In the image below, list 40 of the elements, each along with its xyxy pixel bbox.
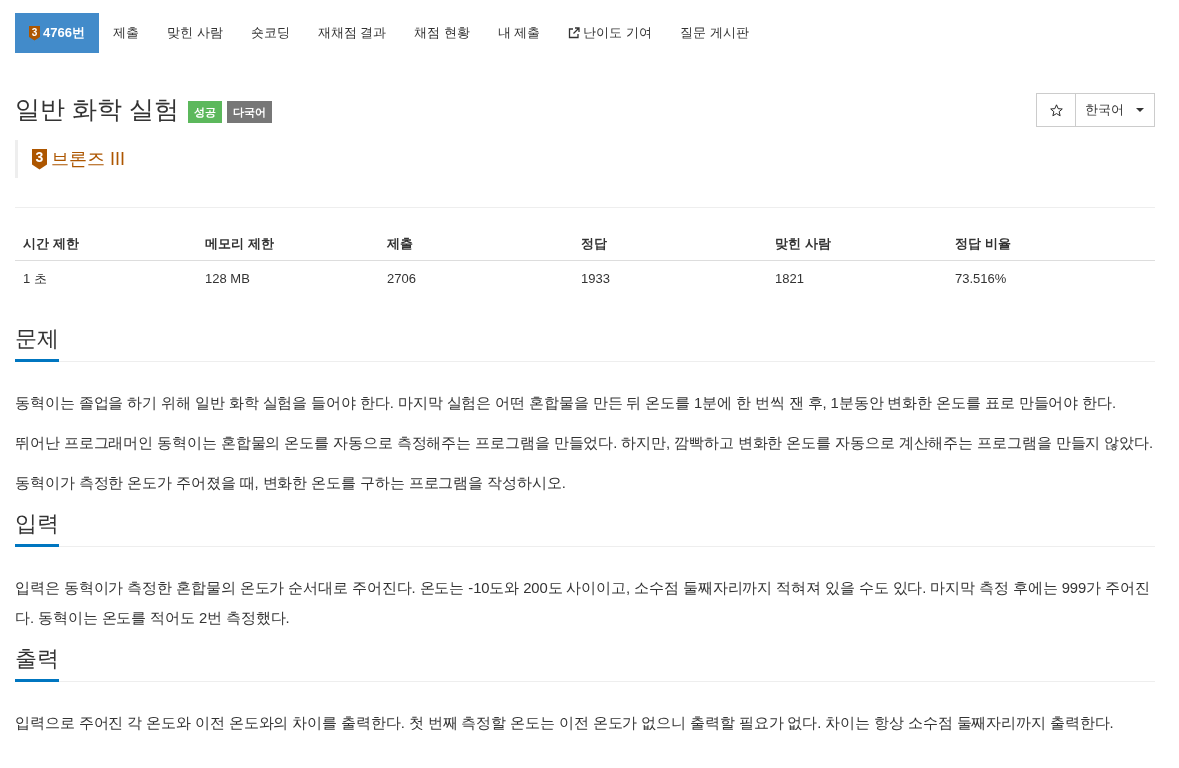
table-cell-text: 2706 [386,270,417,288]
tier-badge: 3 [32,148,47,170]
caret-icon [1136,108,1144,112]
nav-tab[interactable]: 숏코딩 [236,13,304,53]
favorite-button[interactable] [1036,93,1076,127]
status-tag: 성공 [187,101,222,123]
paragraph: 입력으로 주어진 각 온도와 이전 온도와의 차이를 출력한다. 첫 번째 측정할 온도는 이전 온도가 없으니 출력할 필요가 없다. 차이는 항상 소수점 둘째자리까지 출력한다. [15,714,1115,733]
problem-title: 일반 화학 실험 [15,94,179,125]
section-heading: 입력 [15,509,59,547]
table-header: 메모리 제한 [197,228,379,261]
table-cell-text: 1821 [774,270,805,288]
nav-tab[interactable]: 맞힌 사람 [152,13,237,53]
nav-tab[interactable]: 난이도 기여 [554,13,667,53]
table-header: 시간 제한 [15,228,197,261]
table-cell-text: 128 MB [204,270,251,288]
nav-tab[interactable]: 재채점 결과 [303,13,401,53]
table-header: 정답 비율 [947,228,1155,261]
language-dropdown[interactable]: 한국어 [1076,93,1155,127]
nav-tab[interactable]: 제출 [98,13,153,53]
tier-link[interactable]: 3 브론즈 III [32,147,125,171]
table-cell-text: 1 초 [22,270,48,288]
paragraph: 동혁이는 졸업을 하기 위해 일반 화학 실험을 들어야 한다. 마지막 실험은 어떤 혼합물을 만든 뒤 온도를 1분에 한 번씩 잰 후, 1분동안 변화한 온도를 표로 만들어야 한다. [15,394,1118,413]
table-header: 맞힌 사람 [767,228,947,261]
status-tag: 다국어 [226,101,272,123]
table-cell-text: 73.516% [954,270,1008,288]
section-heading: 문제 [15,324,59,362]
paragraph: 동혁이가 측정한 온도가 주어졌을 때, 변화한 온도를 구하는 프로그램을 작성하시오. [15,474,567,493]
nav-tab[interactable]: 내 제출 [483,13,555,53]
nav-tab[interactable]: 채점 현황 [400,13,484,53]
external-link-icon [568,27,581,39]
tier-badge: 3 [29,25,40,41]
table-cell-text: 1933 [580,270,611,288]
nav-tab[interactable]: 질문 게시판 [666,13,763,53]
table-header: 정답 [573,228,767,261]
paragraph: 입력은 동혁이가 측정한 혼합물의 온도가 순서대로 주어진다. 온도는 -10도와 200도 사이이고, 소수점 둘째자리까지 적혀져 있을 수도 있다. 마지막 측정 후에는 999가 주어진다. 동혁이는 온도를 적어도 2번 측정했다. [15,579,1151,628]
nav-tab[interactable]: 3 4766번 [15,13,99,53]
table-header: 제출 [379,228,573,261]
star-icon [1049,103,1063,117]
paragraph: 뛰어난 프로그래머인 동혁이는 혼합물의 온도를 자동으로 측정해주는 프로그램을 만들었다. 하지만, 깜빡하고 변화한 온도를 자동으로 계산해주는 프로그램을 만들지 않았다. [15,434,1155,453]
section-heading: 출력 [15,644,59,682]
